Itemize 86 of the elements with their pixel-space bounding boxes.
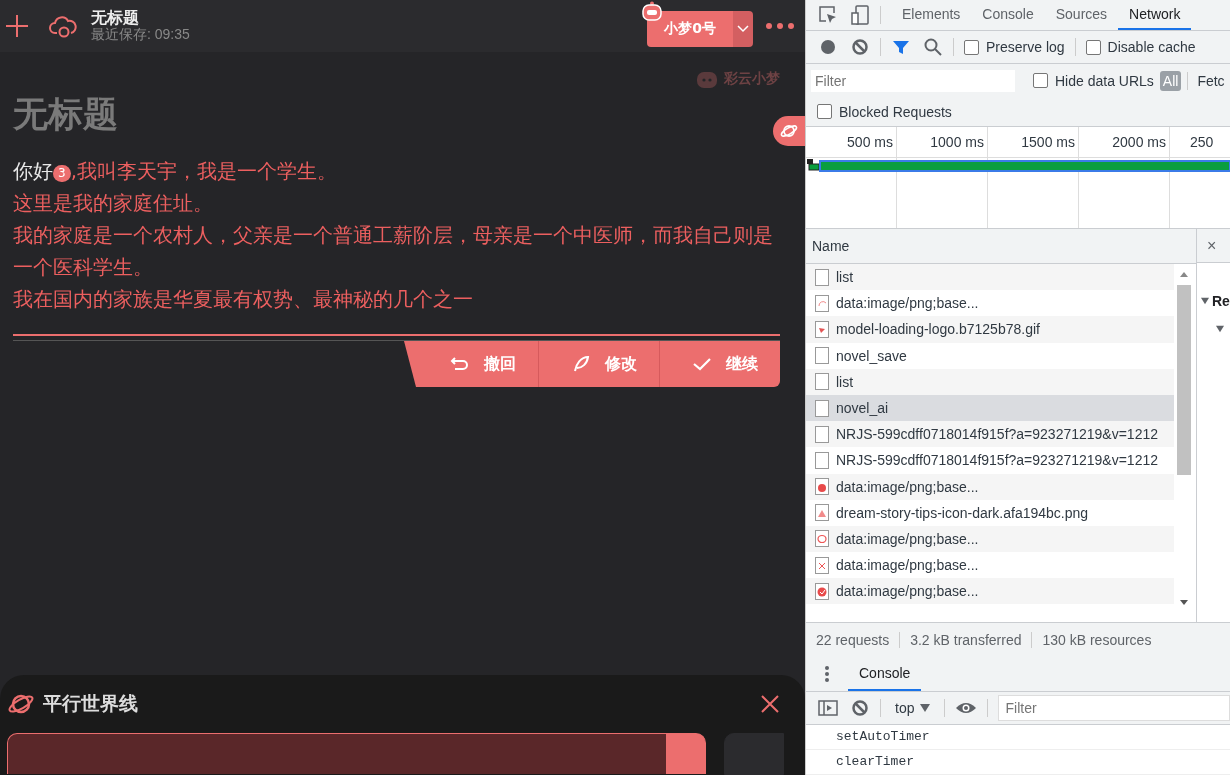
inspect-icon[interactable]: [818, 5, 838, 25]
devtools-tab[interactable]: Sources: [1044, 0, 1119, 30]
file-icon: [815, 478, 829, 496]
checkbox[interactable]: [1085, 39, 1101, 55]
file-icon: [815, 504, 829, 522]
clear-icon[interactable]: [850, 37, 870, 57]
checkbox-label: Blocked Requests: [839, 103, 952, 120]
filter-field[interactable]: Filter: [811, 69, 1015, 92]
devtools-tab[interactable]: Console: [971, 0, 1045, 30]
timeline-tick: 1500 ms: [988, 127, 1079, 157]
story-text: ,我叫李天宇，我是一个学生。: [70, 160, 337, 183]
checkbox[interactable]: [1033, 73, 1048, 88]
file-icon: [815, 582, 829, 600]
context-dropdown[interactable]: top: [891, 700, 935, 716]
checkbox-label: Hide data URLs: [1055, 72, 1154, 89]
robot-icon: [696, 69, 718, 89]
story-text: 这里是我的家庭住址。: [13, 191, 214, 217]
checkbox-label: Disable cache: [1107, 39, 1196, 55]
request-row[interactable]: dream-story-tips-icon-dark.afa194bc.png: [806, 499, 1174, 526]
add-icon[interactable]: [5, 14, 29, 38]
type-filter-button[interactable]: Fetc: [1194, 70, 1228, 91]
column-header[interactable]: Name: [806, 229, 1196, 264]
summary-text: 3.2 kB transferred: [900, 632, 1033, 648]
cloud-sync-icon[interactable]: [49, 13, 77, 39]
checkbox[interactable]: [964, 39, 979, 55]
file-icon: [815, 425, 829, 443]
request-row[interactable]: data:image/png;base...: [806, 290, 1174, 317]
document-title: 无标题: [91, 10, 140, 26]
robot-icon: [641, 1, 663, 21]
devtools-tab[interactable]: Elements: [891, 0, 972, 30]
checkbox-label: Preserve log: [986, 39, 1065, 55]
device-toolbar-icon[interactable]: [850, 5, 870, 25]
planet-icon: [780, 122, 798, 140]
expand-triangle-icon[interactable]: [1215, 325, 1225, 333]
request-row[interactable]: data:image/png;base...: [806, 552, 1174, 579]
panel-title: 平行世界线: [43, 691, 138, 716]
file-icon: [815, 556, 829, 574]
timeline-tick: 2000 ms: [1079, 127, 1170, 157]
request-row[interactable]: NRJS-599cdff0718014f915f?a=923271219&v=1212: [806, 447, 1174, 474]
summary-text: 130 kB resources: [1041, 632, 1153, 648]
option-card[interactable]: [7, 733, 706, 774]
file-icon: [815, 320, 829, 338]
console-message: clearTimer: [806, 750, 1230, 775]
checkbox[interactable]: [817, 104, 832, 119]
request-row[interactable]: novel_save: [806, 342, 1174, 369]
brand-logo-text: 彩云小梦: [724, 70, 780, 88]
story-text: 我的家庭是一个农村人，父亲是一个普通工薪阶层，母亲是一个中医师，而我自己则是一个医科学生。: [13, 223, 774, 281]
caret-icon: [737, 25, 749, 33]
story-text: 你好: [13, 160, 53, 183]
record-icon[interactable]: [818, 37, 838, 57]
file-icon: [815, 347, 829, 365]
parallel-world-button[interactable]: [773, 116, 805, 146]
timeline-tick: 500 ms: [806, 127, 897, 157]
sidebar-toggle-icon[interactable]: [818, 698, 838, 718]
last-saved-time: 最近保存: 09:35: [91, 26, 190, 42]
section-heading[interactable]: Re: [1212, 293, 1230, 309]
console-message: setAutoTimer: [806, 725, 1230, 750]
document-heading: 无标题: [13, 93, 119, 136]
request-row[interactable]: novel_ai: [806, 394, 1174, 422]
close-button[interactable]: ×: [1197, 229, 1230, 263]
search-icon[interactable]: [923, 37, 943, 57]
file-icon: [815, 451, 829, 469]
file-icon: [815, 294, 829, 312]
request-row[interactable]: data:image/png;base...: [806, 525, 1174, 553]
file-icon: [815, 530, 829, 548]
expand-triangle-icon[interactable]: [1200, 297, 1210, 305]
file-icon: [815, 268, 829, 286]
timeline-tick: 250: [1189, 133, 1215, 152]
more-icon[interactable]: [765, 21, 795, 31]
request-row[interactable]: model-loading-logo.b7125b78.gif: [806, 316, 1174, 343]
close-icon[interactable]: [760, 694, 780, 714]
file-icon: [815, 373, 829, 391]
request-row[interactable]: list: [806, 264, 1174, 291]
request-row[interactable]: list: [806, 368, 1174, 395]
request-row[interactable]: data:image/png;base...: [806, 473, 1174, 500]
clear-icon[interactable]: [850, 698, 870, 718]
file-icon: [815, 399, 829, 417]
count-badge: 3: [53, 165, 71, 182]
summary-text: 22 requests: [806, 632, 901, 648]
request-row[interactable]: data:image/png;base...: [806, 578, 1174, 605]
request-row[interactable]: NRJS-599cdff0718014f915f?a=923271219&v=1212: [806, 421, 1174, 448]
caret-icon: [920, 704, 931, 712]
timeline-tick: 1000 ms: [897, 127, 988, 157]
console-filter-field[interactable]: Filter: [998, 695, 1230, 721]
feather-icon: [571, 354, 591, 374]
story-text: 我在国内的家族是华夏最有权势、最神秘的几个之一: [13, 287, 474, 313]
